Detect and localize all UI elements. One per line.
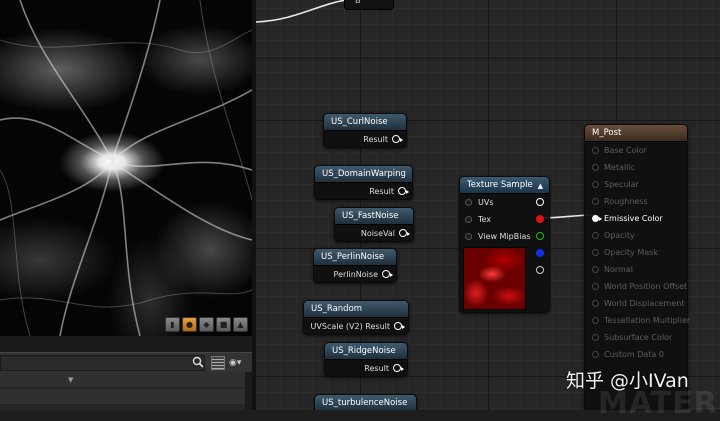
details-scrollbar[interactable] <box>245 372 252 410</box>
node-output-label: Result <box>324 131 406 148</box>
blue-output-pin-icon[interactable] <box>536 249 544 257</box>
output-pin-icon[interactable] <box>382 270 393 278</box>
green-output-pin-icon[interactable] <box>536 232 544 240</box>
node-title: US_CurlNoise <box>324 114 406 131</box>
material-preview-viewport[interactable]: ▮ ● ◆ ■ ▲ <box>0 0 252 336</box>
input-pin-icon[interactable] <box>592 147 599 154</box>
connected-pin-icon[interactable] <box>592 215 602 222</box>
input-pin-icon[interactable] <box>592 317 599 324</box>
input-pin-icon[interactable] <box>592 198 599 205</box>
details-search-input[interactable] <box>0 355 205 371</box>
input-pin-icon[interactable] <box>592 351 599 358</box>
input-pin-icon[interactable] <box>465 233 472 240</box>
node-title: M_Post <box>585 125 687 142</box>
node-output-label: Result <box>325 360 407 377</box>
node-title: US_Random <box>304 301 408 318</box>
node-us-fastnoise[interactable]: US_FastNoise NoiseVal <box>334 207 414 242</box>
input-pin-icon[interactable] <box>465 216 472 223</box>
node-output-label: Result <box>315 183 412 200</box>
input-pin-icon[interactable] <box>465 199 472 206</box>
node-title: US_DomainWarping <box>315 166 412 183</box>
node-output-label: PerlinNoise <box>314 266 396 283</box>
input-pin-icon[interactable] <box>592 283 599 290</box>
input-pin-icon[interactable] <box>592 232 599 239</box>
eye-visibility-icon[interactable]: ◉▾ <box>229 358 249 368</box>
node-us-domainwarping[interactable]: US_DomainWarping Result <box>314 165 413 200</box>
viewport-preview-toolbar: ▮ ● ◆ ■ ▲ <box>165 317 248 332</box>
input-pin-icon[interactable] <box>592 181 599 188</box>
input-pin-icon[interactable] <box>592 266 599 273</box>
property-matrix-icon[interactable] <box>211 356 225 370</box>
input-pin-icon[interactable] <box>592 334 599 341</box>
node-title: US_RidgeNoise <box>325 343 407 360</box>
details-property-row[interactable] <box>0 389 245 405</box>
search-icon[interactable] <box>192 356 204 368</box>
author-watermark: 知乎 @小IVan <box>566 370 689 392</box>
input-pin-icon[interactable] <box>592 300 599 307</box>
teapot-icon[interactable]: ▲ <box>233 317 248 332</box>
node-output-label: UVScale (V2) Result <box>304 318 408 335</box>
node-output-label: NoiseVal <box>335 225 413 242</box>
node-us-random[interactable]: US_Random UVScale (V2) Result <box>303 300 409 335</box>
output-pin-icon[interactable] <box>398 187 409 195</box>
input-pin-icon[interactable] <box>592 249 599 256</box>
node-title: US_turbulenceNoise <box>315 395 416 410</box>
chevron-down-icon[interactable]: ▼ <box>68 376 73 384</box>
noise-veins <box>0 0 252 336</box>
node-us-ridgenoise[interactable]: US_RidgeNoise Result <box>324 342 408 377</box>
details-property-row[interactable]: ▼ <box>0 372 245 388</box>
output-pin-icon[interactable] <box>394 322 405 330</box>
alpha-output-pin-icon[interactable] <box>536 266 544 274</box>
node-texture-sample[interactable]: Texture Sample ▲ UVs Tex View MipBias <box>459 176 550 313</box>
node-title: US_PerlinNoise <box>314 249 396 266</box>
plane-icon[interactable]: ◆ <box>199 317 214 332</box>
red-output-pin-icon[interactable] <box>536 215 544 223</box>
details-search-row: ◉▾ <box>0 352 252 372</box>
rgb-output-pin-icon[interactable] <box>536 198 544 206</box>
details-tab-bar <box>0 336 252 352</box>
node-title: Texture Sample <box>460 177 549 194</box>
input-pin-icon[interactable] <box>592 164 599 171</box>
sphere-icon[interactable]: ● <box>182 317 197 332</box>
node-us-turbulencenoise[interactable]: US_turbulenceNoise <box>314 394 417 410</box>
material-graph-canvas[interactable]: B US_CurlNoise Result US_DomainWarping R… <box>256 0 720 410</box>
cube-icon[interactable]: ■ <box>216 317 231 332</box>
output-pin-icon[interactable] <box>393 364 404 372</box>
output-pin-icon[interactable] <box>399 229 410 237</box>
output-pin-icon[interactable] <box>392 135 403 143</box>
collapse-arrow-icon[interactable]: ▲ <box>538 182 543 190</box>
node-us-curlnoise[interactable]: US_CurlNoise Result <box>323 113 407 148</box>
details-panel: ◉▾ ▼ <box>0 336 252 410</box>
cylinder-icon[interactable]: ▮ <box>165 317 180 332</box>
offscreen-node-stub[interactable]: B <box>344 0 394 10</box>
node-us-perlinnoise[interactable]: US_PerlinNoise PerlinNoise <box>313 248 397 283</box>
texture-thumbnail <box>463 247 526 310</box>
node-title: US_FastNoise <box>335 208 413 225</box>
